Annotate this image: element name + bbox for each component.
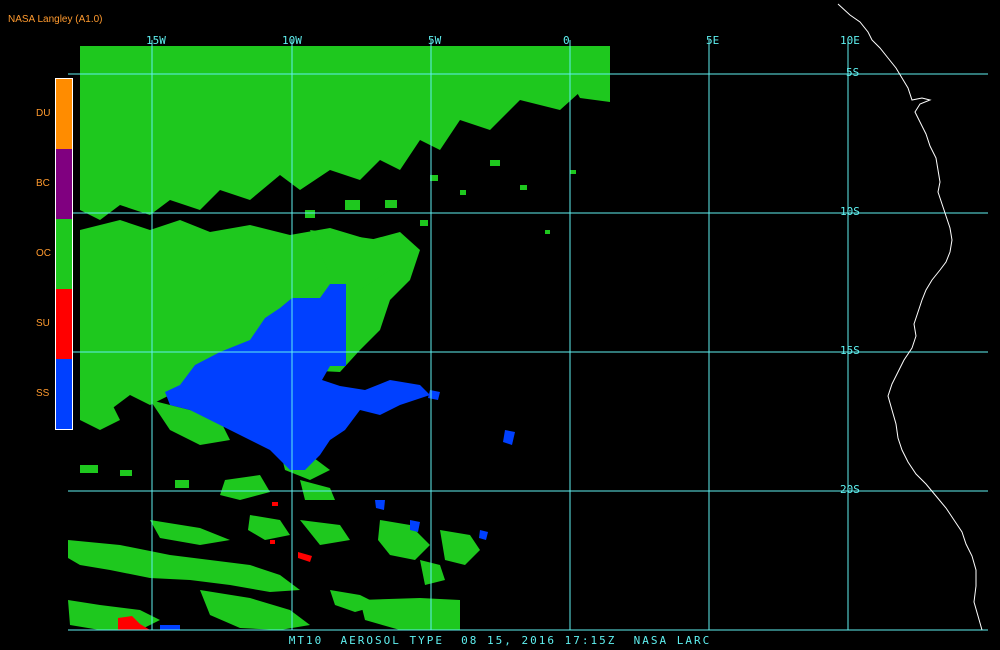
aerosol-legend (55, 78, 73, 430)
lat-label-20s: 20S (840, 483, 860, 496)
lon-label-0: 0 (563, 34, 570, 47)
lon-label-10w: 10W (282, 34, 302, 47)
lat-label-15s: 15S (840, 344, 860, 357)
lon-label-5e: 5E (706, 34, 720, 47)
legend-label-du: DU (36, 108, 51, 119)
lat-label-10s: 10S (840, 205, 860, 218)
legend-swatch-ss (56, 359, 72, 429)
lon-label-5w: 5W (428, 34, 442, 47)
legend-label-bc: BC (36, 178, 50, 189)
map-caption: MT10 AEROSOL TYPE 08 15, 2016 17:15Z NAS… (288, 634, 712, 647)
legend-swatch-oc (56, 219, 72, 289)
lon-label-15w: 15W (146, 34, 166, 47)
credit-label: NASA Langley (A1.0) (8, 14, 103, 25)
legend-swatch-su (56, 289, 72, 359)
legend-label-su: SU (36, 318, 50, 329)
legend-swatch-du (56, 79, 72, 149)
legend-label-ss: SS (36, 388, 50, 399)
lat-label-5s: 5S (846, 66, 860, 79)
aerosol-map (0, 0, 1000, 650)
legend-swatch-bc (56, 149, 72, 219)
legend-label-oc: OC (36, 248, 51, 259)
lon-label-10e: 10E (840, 34, 860, 47)
